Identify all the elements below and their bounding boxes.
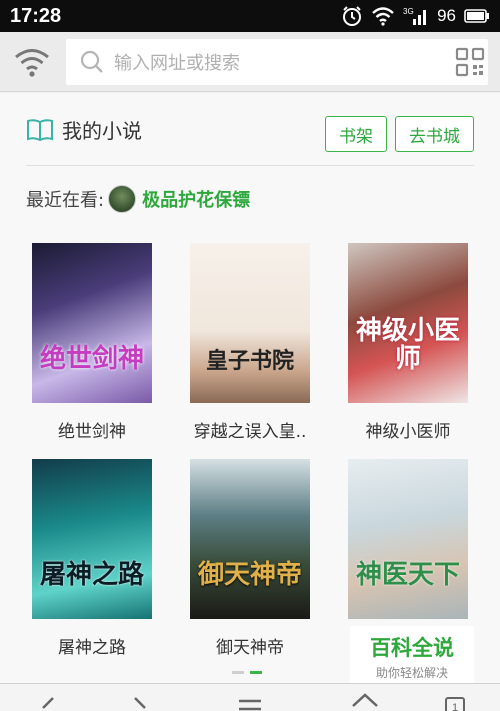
book-cover[interactable]: 绝世剑神 bbox=[32, 243, 152, 403]
book-item[interactable]: 神级小医师 神级小医师 bbox=[348, 243, 468, 442]
network-type-label: 3G bbox=[403, 7, 414, 16]
book-cover[interactable]: 神级小医师 bbox=[348, 243, 468, 403]
page-dot bbox=[232, 671, 244, 674]
book-cover[interactable]: 御天神帝 bbox=[190, 459, 310, 619]
watermark-logo: 百科全说 助你轻松解决 bbox=[350, 626, 474, 686]
wifi-button[interactable] bbox=[10, 42, 54, 82]
page-indicator bbox=[232, 671, 262, 674]
cover-title: 皇子书院 bbox=[205, 347, 294, 374]
menu-icon bbox=[239, 699, 261, 711]
book-title[interactable]: 穿越之误入皇.. bbox=[190, 417, 310, 442]
wifi-icon bbox=[15, 49, 49, 77]
alarm-icon bbox=[341, 5, 363, 27]
clock: 17:28 bbox=[10, 4, 62, 27]
section-title: 我的小说 bbox=[62, 119, 142, 143]
cover-title: 神级小医师 bbox=[355, 316, 460, 374]
book-cover[interactable]: 屠神之路 bbox=[32, 459, 152, 619]
home-button[interactable] bbox=[335, 684, 395, 711]
book-item[interactable]: 神医天下 bbox=[348, 459, 468, 619]
book-icon bbox=[27, 118, 53, 141]
recent-prefix: 最近在看: bbox=[26, 190, 105, 211]
my-novels-card: 我的小说 书架 去书城 最近在看: 极品护花保镖 绝世剑神 绝世剑神 皇子书院 … bbox=[0, 93, 500, 683]
forward-button[interactable] bbox=[110, 684, 170, 711]
cover-title: 神医天下 bbox=[355, 559, 460, 590]
home-icon bbox=[352, 693, 378, 707]
back-button[interactable] bbox=[18, 684, 78, 711]
menu-button[interactable] bbox=[220, 684, 280, 711]
book-item[interactable]: 御天神帝 御天神帝 bbox=[190, 459, 310, 658]
svg-text:1: 1 bbox=[452, 702, 458, 711]
watermark-subtitle: 助你轻松解决 bbox=[375, 665, 448, 680]
divider bbox=[26, 165, 474, 166]
book-title[interactable]: 屠神之路 bbox=[32, 633, 152, 658]
my-novels-header: 我的小说 bbox=[26, 115, 142, 144]
cover-title: 屠神之路 bbox=[39, 559, 144, 590]
status-bar: 17:28 3G 96 bbox=[0, 0, 500, 32]
book-item[interactable]: 皇子书院 穿越之误入皇.. bbox=[190, 243, 310, 442]
tabs-icon: 1 bbox=[445, 697, 465, 711]
search-input[interactable]: 输入网址或搜索 bbox=[66, 39, 488, 85]
qr-code-icon bbox=[455, 47, 485, 77]
search-icon bbox=[80, 50, 103, 73]
back-arrow-icon bbox=[42, 697, 54, 709]
book-cover[interactable]: 神医天下 bbox=[348, 459, 468, 619]
recent-book-thumbnail[interactable] bbox=[108, 185, 137, 213]
book-item[interactable]: 屠神之路 屠神之路 bbox=[32, 459, 152, 658]
signal-icon: 3G bbox=[403, 6, 429, 26]
forward-arrow-icon bbox=[134, 697, 146, 709]
book-title[interactable]: 神级小医师 bbox=[348, 417, 468, 442]
battery-icon bbox=[464, 9, 490, 23]
book-cover[interactable]: 皇子书院 bbox=[190, 243, 310, 403]
qr-scan-button[interactable] bbox=[450, 42, 490, 82]
watermark-title: 百科全说 bbox=[370, 635, 454, 660]
book-title[interactable]: 御天神帝 bbox=[190, 633, 310, 658]
wifi-status-icon bbox=[371, 6, 395, 26]
recent-book-link[interactable]: 极品护花保镖 bbox=[142, 186, 250, 212]
book-item[interactable]: 绝世剑神 绝世剑神 bbox=[32, 243, 152, 442]
cover-title: 御天神帝 bbox=[197, 559, 302, 590]
page-dot-active bbox=[250, 671, 262, 674]
tabs-button[interactable]: 1 bbox=[425, 684, 485, 711]
recent-reading: 最近在看: 极品护花保镖 bbox=[26, 185, 250, 213]
battery-level: 96 bbox=[437, 6, 456, 25]
book-title[interactable]: 绝世剑神 bbox=[32, 417, 152, 442]
bottom-navigation: 1 bbox=[0, 683, 500, 711]
bookstore-button[interactable]: 去书城 bbox=[395, 116, 474, 152]
cover-title: 绝世剑神 bbox=[39, 343, 144, 374]
bookshelf-button[interactable]: 书架 bbox=[325, 116, 387, 152]
address-bar: 输入网址或搜索 bbox=[0, 32, 500, 92]
search-placeholder: 输入网址或搜索 bbox=[114, 53, 240, 74]
